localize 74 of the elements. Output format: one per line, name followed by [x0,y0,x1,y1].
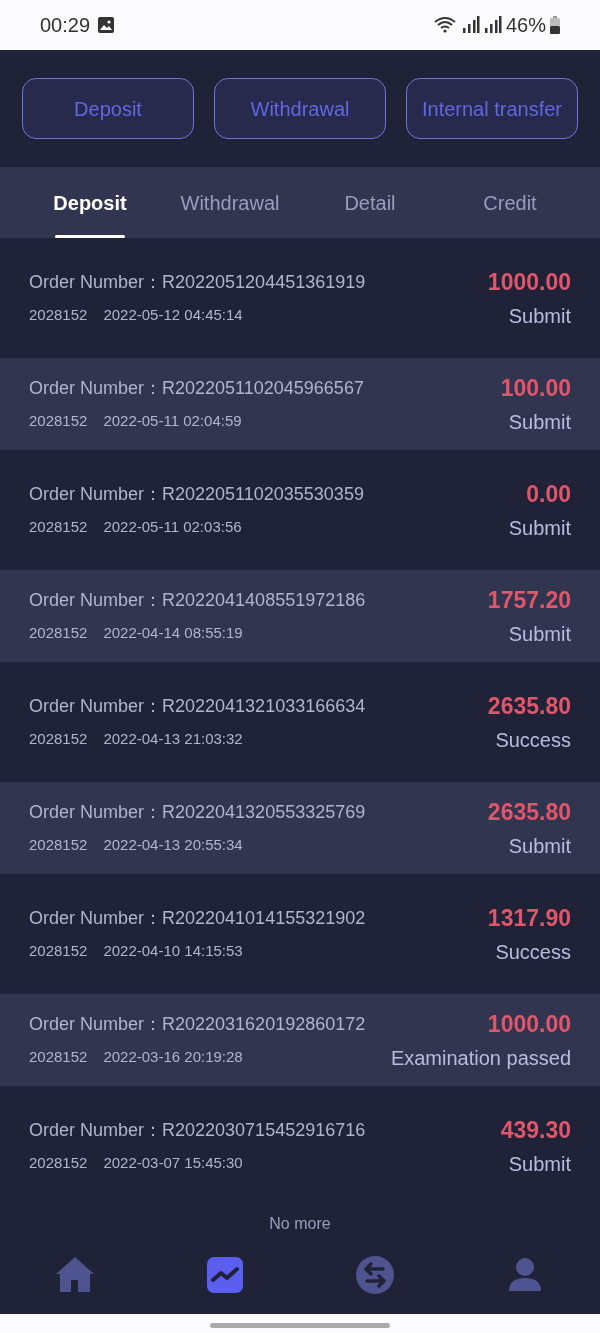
order-label: Order Number： [29,377,163,401]
order-status: Submit [508,516,571,542]
order-amount: 439.30 [500,1115,571,1145]
signal-icon [461,16,480,34]
order-status: Submit [508,304,571,330]
order-number: R2022041321033166634 [162,695,366,719]
order-time: 2022-04-10 14:15:53 [103,941,243,962]
order-number: R2022051204451361919 [162,271,366,295]
order-time: 2022-05-11 02:03:56 [103,517,242,538]
order-time: 2022-04-13 20:55:34 [103,835,243,856]
order-label: Order Number： [29,695,163,719]
user-id: 2028152 [29,1047,88,1068]
order-amount: 1000.00 [487,267,571,297]
order-amount: 1317.90 [487,903,571,933]
order-label: Order Number： [29,907,163,931]
tab[interactable]: Withdrawal [160,167,300,238]
order-number: R2022041014155321902 [162,907,366,931]
order-time: 2022-05-11 02:04:59 [103,411,242,432]
order-amount: 100.00 [500,373,571,403]
home-icon[interactable] [55,1256,95,1294]
profile-icon[interactable] [508,1257,542,1293]
battery-percent: 46% [505,13,546,38]
order-number: R2022041408551972186 [162,589,366,613]
order-status: Success [495,940,571,966]
chart-icon[interactable] [207,1257,243,1293]
user-id: 2028152 [29,305,88,326]
user-id: 2028152 [29,517,88,538]
order-label: Order Number： [29,1119,163,1143]
order-row[interactable]: Order Number：R2022041320553325769 2028152 2022-04-13 20:55:34 2635.80 Submit [0,782,600,874]
order-time: 2022-03-07 15:45:30 [103,1153,243,1174]
clock-time: 00:29 [40,13,91,38]
order-number: R2022051102045966567 [162,377,364,401]
order-status: Submit [508,834,571,860]
battery-icon [550,16,560,34]
order-row[interactable]: Order Number：R2022031620192860172 2028152 2022-03-16 20:19:28 1000.00 Examination passed [0,994,600,1086]
user-id: 2028152 [29,1153,88,1174]
user-id: 2028152 [29,941,88,962]
order-label: Order Number： [29,801,163,825]
end-of-list-text: No more [269,1214,331,1234]
order-label: Order Number： [29,483,163,507]
user-id: 2028152 [29,835,88,856]
order-time: 2022-04-14 08:55:19 [103,623,243,644]
wifi-icon [433,16,458,34]
tab[interactable]: Deposit [20,167,160,238]
tab[interactable]: Credit [440,167,580,238]
order-amount: 0.00 [526,479,571,509]
order-label: Order Number： [29,271,163,295]
order-status: Success [495,728,571,754]
order-amount: 1000.00 [487,1009,571,1039]
order-amount: 1757.20 [487,585,571,615]
user-id: 2028152 [29,623,88,644]
order-row[interactable]: Order Number：R2022041408551972186 2028152 2022-04-14 08:55:19 1757.20 Submit [0,570,600,662]
order-time: 2022-03-16 20:19:28 [103,1047,243,1068]
tab[interactable]: Detail [300,167,440,238]
order-status: Submit [508,622,571,648]
exchange-icon[interactable] [355,1255,395,1295]
user-id: 2028152 [29,411,88,432]
order-time: 2022-04-13 21:03:32 [103,729,243,750]
image-icon [98,17,115,33]
order-status: Submit [508,410,571,436]
order-label: Order Number： [29,589,163,613]
order-number: R2022031620192860172 [162,1013,366,1037]
order-amount: 2635.80 [487,797,571,827]
user-id: 2028152 [29,729,88,750]
order-row[interactable]: Order Number：R2022051102045966567 2028152 2022-05-11 02:04:59 100.00 Submit [0,358,600,450]
order-label: Order Number： [29,1013,163,1037]
order-time: 2022-05-12 04:45:14 [103,305,243,326]
signal-icon [483,16,502,34]
order-status: Examination passed [390,1046,571,1072]
order-number: R2022030715452916716 [162,1119,366,1143]
order-status: Submit [508,1152,571,1178]
order-number: R2022051102035530359 [162,483,364,507]
order-amount: 2635.80 [487,691,571,721]
order-number: R2022041320553325769 [162,801,366,825]
